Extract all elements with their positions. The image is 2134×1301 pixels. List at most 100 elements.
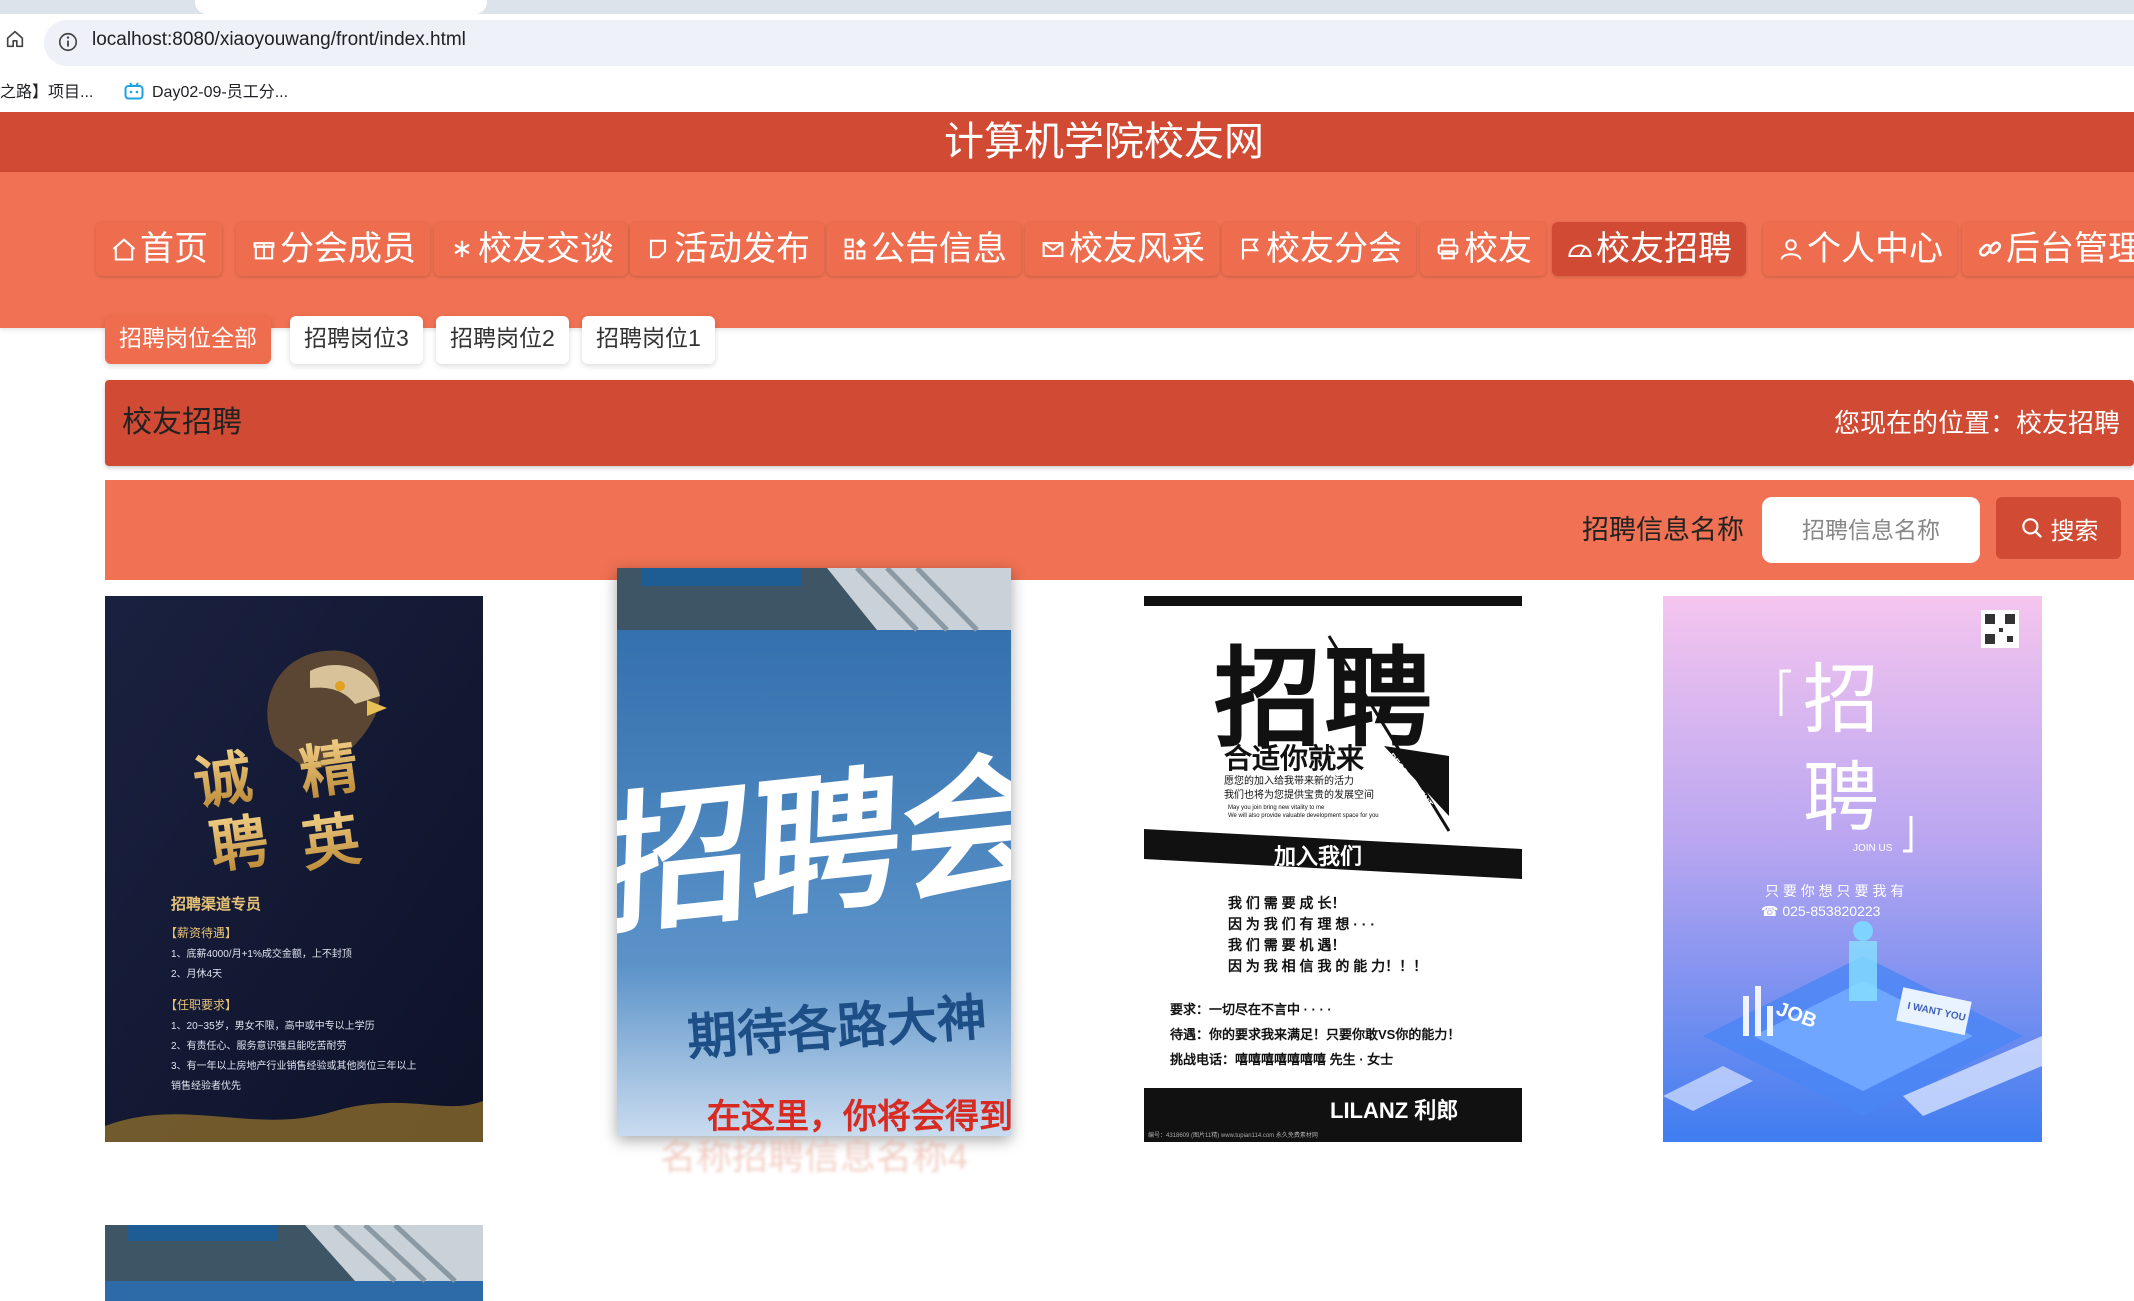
poster-image: 招聘会 期待各路大神 在这里，你将会得到 [617,568,1011,1136]
poster-big-text: 招 [1803,655,1879,744]
browser-tab-strip [0,0,2134,14]
poster-text: 只 要 你 想 只 要 我 有 [1765,883,1904,899]
recruit-card[interactable] [105,1225,483,1301]
category-chip-3[interactable]: 招聘岗位3 [290,316,423,364]
nav-item-events[interactable]: 活动发布 [630,222,824,276]
poster-join: 加入我们 [1273,844,1362,869]
breadcrumb: 您现在的位置：校友招聘 [1833,408,2120,438]
nav-item-home[interactable]: 首页 [96,222,222,276]
poster-big-text: 精 [295,732,362,807]
poster-big-text: 聘 [205,806,272,881]
gift-icon [253,242,275,260]
poster-text: 1、底薪4000/月+1%成交金额，上不封顶 [171,947,352,960]
nav-item-profile[interactable]: 个人中心 [1763,222,1957,276]
browser-active-tab[interactable] [195,0,487,14]
mail-icon [1042,242,1064,258]
poster-text: 因 为 我 们 有 理 想 · · · [1228,916,1375,932]
poster-text: 要求：一切尽在不言中 · · · · [1170,1002,1332,1017]
search-bar: 招聘信息名称 搜索 [105,480,2134,580]
nav-label: 校友交谈 [478,230,614,268]
poster-text: 挑战电话：嘻嘻嘻嘻嘻嘻嘻 先生 · 女士 [1170,1052,1393,1067]
poster-text: 待遇：你的要求我来满足！只要你敢VS你的能力！ [1169,1027,1460,1042]
search-label: 招聘信息名称 [1582,515,1744,545]
nav-item-branch[interactable]: 校友分会 [1222,222,1416,276]
printer-icon [1437,238,1459,260]
recruit-card[interactable]: 诚 精 聘 英 招聘渠道专员 【薪资待遇】 1、底薪4000/月+1%成交金额，… [105,596,483,1142]
recruit-card[interactable]: 招 聘 JOIN US 只 要 你 想 只 要 我 有 ☎ 025-853820… [1663,596,2042,1142]
poster-text: 【薪资待遇】 [165,926,237,940]
search-button-label: 搜索 [2050,517,2099,545]
nav-item-admin[interactable]: 后台管理 [1962,222,2134,276]
poster-text: May you join bring new vitality to me [1228,805,1325,811]
info-icon[interactable] [57,31,79,53]
nav-label: 公告信息 [871,230,1007,268]
category-chip-1[interactable]: 招聘岗位1 [582,316,715,364]
poster-text: 我们也将为您提供宝贵的发展空间 [1224,788,1374,801]
poster-text: 我 们 需 要 机 遇！ [1228,937,1345,953]
poster-text: JOIN US [1853,843,1893,854]
home-icon[interactable] [4,28,26,50]
nav-item-recruit[interactable]: 校友招聘 [1552,222,1746,276]
nav-item-style[interactable]: 校友风采 [1025,222,1219,276]
poster-text: 1、20~35岁，男女不限，高中或中专以上学历 [171,1019,375,1032]
poster-text: 编号：4318609 (图片11精) www.tupian114.com 永久免… [1148,1131,1318,1139]
page-title: 校友招聘 [122,406,242,439]
poster-text: 2、月休4天 [171,968,222,980]
nav-label: 校友分会 [1266,230,1402,268]
category-chip-2[interactable]: 招聘岗位2 [436,316,569,364]
poster-text: ☎ 025-853820223 [1761,903,1881,919]
link-icon [1978,241,2002,257]
nav-item-talk[interactable]: 校友交谈 [434,222,628,276]
url-text[interactable]: localhost:8080/xiaoyouwang/front/index.h… [92,29,466,51]
home-icon [112,238,136,261]
poster-text: 【任职要求】 [165,998,237,1012]
poster-text: 我 们 需 要 成 长！ [1228,895,1345,911]
poster-slogan: 合适你就来 [1224,742,1364,774]
nav-item-notices[interactable]: 公告信息 [827,222,1021,276]
search-input[interactable] [1762,497,1980,563]
poster-text: 愿您的加入给我带来新的活力 [1224,774,1354,787]
location-bar: 校友招聘 您现在的位置：校友招聘 [105,380,2134,466]
recruit-card[interactable]: 招 聘 RECRUITMENT 合适你就来 愿您的加入给我带来新的活力 我们也将… [1144,596,1522,1142]
nav-label: 校友招聘 [1596,230,1732,268]
recruit-card[interactable]: 招聘会 期待各路大神 在这里，你将会得到 [617,568,1011,1136]
search-button[interactable]: 搜索 [1996,497,2121,559]
poster-heading: 招聘渠道专员 [171,895,261,913]
nav-item-alumni[interactable]: 校友 [1420,222,1546,276]
poster-text: 3、有一年以上房地产行业销售经验或其他岗位三年以上 [171,1059,417,1072]
nav-label: 活动发布 [674,230,810,268]
bookmarks-bar [0,72,2134,114]
poster-image [105,1225,483,1301]
nav-item-members[interactable]: 分会成员 [236,222,430,276]
bookmark-item[interactable]: 之路】项目... [0,78,93,102]
poster-brand: LILANZ 利郎 [1330,1098,1458,1123]
main-nav: 首页 分会成员 校友交谈 活动发布 公告信息 校友风采 校友分会 校友 校友招聘… [0,172,2134,328]
poster-image: 诚 精 聘 英 招聘渠道专员 【薪资待遇】 1、底薪4000/月+1%成交金额，… [105,596,483,1142]
poster-text: 销售经验者优先 [171,1079,241,1092]
poster-text: 2、有责任心、服务意识强且能吃苦耐劳 [171,1039,347,1052]
site-header: 计算机学院校友网 [0,112,2134,172]
poster-text: 因 为 我 相 信 我 的 能 力！！！ [1228,958,1427,974]
note-icon [649,239,667,259]
poster-big-text: 英 [297,804,365,880]
grid-icon [844,238,866,260]
nav-label: 分会成员 [280,230,416,268]
gauge-icon [1568,244,1592,258]
search-icon [2021,518,2042,539]
poster-big-text: 诚 [189,742,256,817]
nav-label: 校友风采 [1069,230,1205,268]
bookmark-item[interactable]: Day02-09-员工分... [124,78,288,102]
category-chip-all[interactable]: 招聘岗位全部 [105,316,271,364]
poster-image: 招 聘 JOIN US 只 要 你 想 只 要 我 有 ☎ 025-853820… [1663,596,2042,1142]
site-title: 计算机学院校友网 [944,120,1264,164]
flag-icon [1241,238,1259,260]
snowflake-icon [454,240,470,258]
nav-label: 首页 [140,230,208,268]
nav-label: 后台管理 [2006,230,2134,268]
user-icon [1780,239,1802,260]
poster-image: 招 聘 RECRUITMENT 合适你就来 愿您的加入给我带来新的活力 我们也将… [1144,596,1522,1142]
bilibili-icon [124,82,144,100]
bookmark-label: Day02-09-员工分... [152,84,289,101]
nav-label: 个人中心 [1807,230,1943,268]
poster-big-text: 聘 [1803,753,1879,842]
